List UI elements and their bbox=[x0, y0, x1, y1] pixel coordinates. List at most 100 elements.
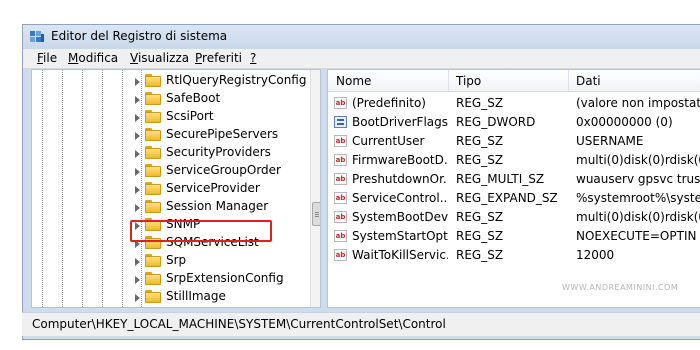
value-name: PreshutdownOr... bbox=[352, 172, 448, 186]
expand-arrow-icon[interactable] bbox=[135, 186, 140, 194]
tree-item-label: SrpExtensionConfig bbox=[166, 271, 284, 285]
value-data: 0x00000000 (0) bbox=[576, 115, 673, 129]
folder-icon bbox=[145, 290, 161, 304]
tree-item-label: Session Manager bbox=[166, 199, 269, 213]
status-bar: Computer\HKEY_LOCAL_MACHINE\SYSTEM\Curre… bbox=[22, 312, 700, 336]
column-header-type[interactable]: Tipo bbox=[456, 74, 481, 88]
folder-icon bbox=[145, 146, 161, 160]
tree-item[interactable]: ServiceProvider bbox=[32, 180, 302, 198]
value-row[interactable]: ab PreshutdownOr... REG_MULTI_SZ wuauserv g… bbox=[328, 170, 700, 189]
value-data: NOEXECUTE=OPTIN bbox=[576, 229, 697, 243]
tree-scrollbar[interactable] bbox=[310, 70, 320, 307]
tree-item[interactable]: SecurePipeServers bbox=[32, 126, 302, 144]
value-row[interactable]: ab SystemBootDevi... REG_SZ multi(0)disk(0)… bbox=[328, 208, 700, 227]
menu-help[interactable]: ? bbox=[250, 51, 256, 65]
tree-item[interactable]: SrpExtensionConfig bbox=[32, 270, 302, 288]
tree-item[interactable]: ScsiPort bbox=[32, 108, 302, 126]
tree-item-label: RtlQueryRegistryConfig bbox=[166, 73, 307, 87]
value-type: REG_DWORD bbox=[456, 115, 536, 129]
folder-icon bbox=[145, 164, 161, 178]
value-data: %systemroot%\system3 bbox=[576, 191, 700, 205]
tree-item[interactable]: Srp bbox=[32, 252, 302, 270]
menu-modifica[interactable]: Modifica bbox=[68, 51, 118, 65]
value-name: SystemBootDevi... bbox=[352, 210, 448, 224]
value-name: SystemStartOpti... bbox=[352, 229, 448, 243]
value-row[interactable]: ab FirmwareBootD... REG_SZ multi(0)disk(0)r… bbox=[328, 151, 700, 170]
menu-preferiti[interactable]: Preferiti bbox=[195, 51, 242, 65]
folder-icon bbox=[145, 272, 161, 286]
value-name: (Predefinito) bbox=[352, 96, 426, 110]
string-value-icon: ab bbox=[334, 173, 347, 185]
tree-item-label: ServiceProvider bbox=[166, 181, 260, 195]
value-row[interactable]: BootDriverFlags REG_DWORD 0x00000000 (0) bbox=[328, 113, 700, 132]
value-type: REG_SZ bbox=[456, 229, 504, 243]
folder-icon bbox=[145, 110, 161, 124]
string-value-icon: ab bbox=[334, 192, 347, 204]
folder-icon bbox=[145, 254, 161, 268]
list-header: Nome Tipo Dati bbox=[328, 70, 700, 92]
value-type: REG_SZ bbox=[456, 248, 504, 262]
tree-item[interactable]: SecurityProviders bbox=[32, 144, 302, 162]
expand-arrow-icon[interactable] bbox=[135, 294, 140, 302]
watermark: WWW.ANDREAMININI.COM bbox=[562, 283, 679, 292]
value-type: REG_SZ bbox=[456, 153, 504, 167]
expand-arrow-icon[interactable] bbox=[135, 276, 140, 284]
string-value-icon: ab bbox=[334, 97, 347, 109]
tree-item-label: SafeBoot bbox=[166, 91, 221, 105]
menu-file[interactable]: File bbox=[37, 51, 57, 65]
value-name: ServiceControl... bbox=[352, 191, 448, 205]
column-header-name[interactable]: Nome bbox=[336, 74, 371, 88]
string-value-icon: ab bbox=[334, 211, 347, 223]
value-type: REG_MULTI_SZ bbox=[456, 172, 545, 186]
value-data: (valore non impostato) bbox=[576, 96, 700, 110]
tree-item[interactable]: RtlQueryRegistryConfig bbox=[32, 72, 306, 90]
value-name: CurrentUser bbox=[352, 134, 425, 148]
key-tree-pane[interactable]: RtlQueryRegistryConfig SafeBoot ScsiPort Se… bbox=[31, 69, 321, 308]
value-data: multi(0)disk(0)rdisk(0)p bbox=[576, 153, 700, 167]
tree-item-label: ServiceGroupOrder bbox=[166, 163, 281, 177]
title-bar: Editor del Registro di sistema bbox=[23, 25, 700, 49]
value-row[interactable]: ab CurrentUser REG_SZ USERNAME bbox=[328, 132, 700, 151]
expand-arrow-icon[interactable] bbox=[135, 114, 140, 122]
value-type: REG_SZ bbox=[456, 134, 504, 148]
value-row[interactable]: ab WaitToKillServic... REG_SZ 12000 bbox=[328, 246, 700, 265]
expand-arrow-icon[interactable] bbox=[135, 150, 140, 158]
expand-arrow-icon[interactable] bbox=[135, 168, 140, 176]
folder-icon bbox=[145, 92, 161, 106]
tree-item-label: StillImage bbox=[166, 289, 226, 303]
session-manager-highlight bbox=[130, 220, 272, 242]
value-data: USERNAME bbox=[576, 134, 644, 148]
menu-bar: File Modifica Visualizza Preferiti ? bbox=[23, 49, 700, 69]
value-row[interactable]: ab ServiceControl... REG_EXPAND_SZ %systemr… bbox=[328, 189, 700, 208]
regedit-app-icon bbox=[30, 31, 44, 42]
values-list-pane[interactable]: Nome Tipo Dati ab (Predefinito) REG_SZ (val… bbox=[327, 69, 700, 308]
menu-visualizza[interactable]: Visualizza bbox=[130, 51, 189, 65]
tree-item[interactable]: Session Manager bbox=[32, 198, 302, 216]
expand-arrow-icon[interactable] bbox=[135, 78, 140, 86]
tree-item-label: SecurityProviders bbox=[166, 145, 271, 159]
value-type: REG_EXPAND_SZ bbox=[456, 191, 558, 205]
folder-icon bbox=[145, 128, 161, 142]
tree-item[interactable]: SafeBoot bbox=[32, 90, 302, 108]
value-type: REG_SZ bbox=[456, 96, 504, 110]
string-value-icon: ab bbox=[334, 135, 347, 147]
tree-item[interactable]: ServiceGroupOrder bbox=[32, 162, 302, 180]
expand-arrow-icon[interactable] bbox=[135, 96, 140, 104]
value-data: wuauserv gpsvc trusted bbox=[576, 172, 700, 186]
expand-arrow-icon[interactable] bbox=[135, 132, 140, 140]
tree-item[interactable]: StillImage bbox=[32, 288, 302, 306]
tree-item-label: Srp bbox=[166, 253, 187, 267]
value-data: 12000 bbox=[576, 248, 615, 262]
value-row[interactable]: ab (Predefinito) REG_SZ (valore non imposta… bbox=[328, 94, 700, 113]
expand-arrow-icon[interactable] bbox=[135, 258, 140, 266]
value-name: WaitToKillServic... bbox=[352, 248, 448, 262]
status-path: Computer\HKEY_LOCAL_MACHINE\SYSTEM\Curre… bbox=[32, 317, 446, 331]
value-type: REG_SZ bbox=[456, 210, 504, 224]
column-header-data[interactable]: Dati bbox=[576, 74, 601, 88]
value-row[interactable]: ab SystemStartOpti... REG_SZ NOEXECUTE=OPT… bbox=[328, 227, 700, 246]
string-value-icon: ab bbox=[334, 230, 347, 242]
expand-arrow-icon[interactable] bbox=[135, 204, 140, 212]
value-name: FirmwareBootD... bbox=[352, 153, 448, 167]
scrollbar-thumb[interactable] bbox=[312, 202, 320, 226]
folder-icon bbox=[145, 182, 161, 196]
